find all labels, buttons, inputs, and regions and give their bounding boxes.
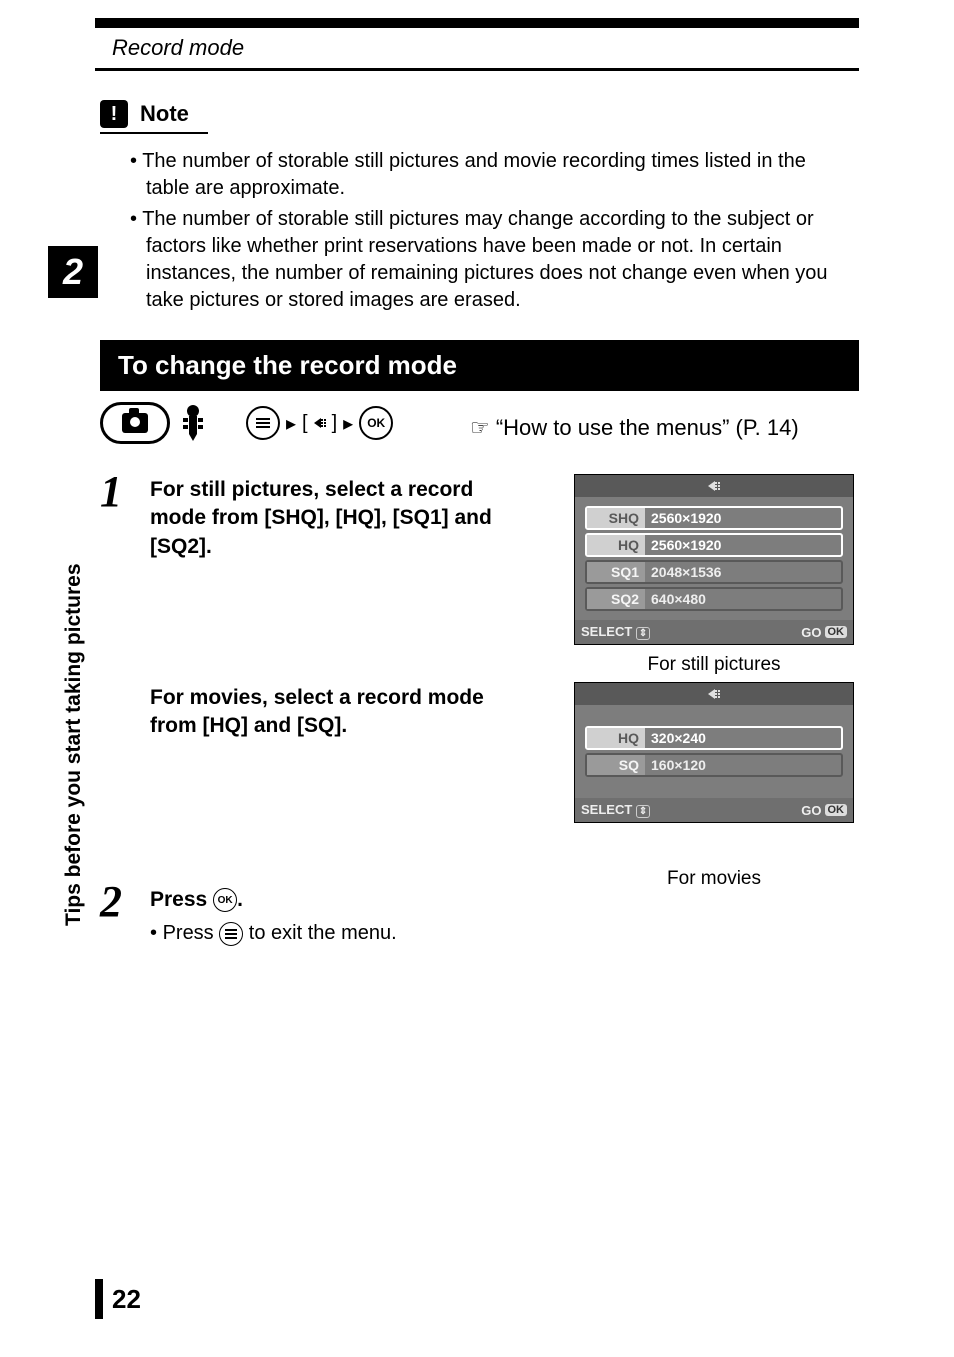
menu-button-icon: [246, 406, 280, 440]
running-header: Record mode: [112, 35, 244, 61]
page-accent: [95, 1279, 103, 1319]
step-number: 1: [100, 470, 130, 561]
section-heading: To change the record mode: [100, 340, 859, 391]
arrow-icon: ▸: [343, 411, 353, 436]
see-also: ☞ “How to use the menus” (P. 14): [470, 415, 799, 441]
side-tab: 2 Tips before you start taking pictures: [48, 246, 98, 846]
page-number: 22: [112, 1284, 141, 1315]
lcd-row[interactable]: SHQ2560×1920: [585, 506, 843, 530]
lcd-movie: HQ320×240 SQ160×120 SELECT ⇕ GOOK: [574, 682, 854, 823]
lcd-header-icon: [575, 475, 853, 497]
lcd-still: SHQ2560×1920 HQ2560×1920 SQ12048×1536 SQ…: [574, 474, 854, 645]
step-2: 2 Press OK. • Press to exit the menu.: [100, 880, 859, 947]
lcd-footer: SELECT ⇕ GOOK: [575, 798, 853, 822]
step-number-spacer: [100, 678, 130, 741]
note-label: Note: [140, 101, 189, 127]
menu-sequence: ▸ [] ▸ OK: [246, 406, 393, 440]
mode-icon-row: ▸ [] ▸ OK: [100, 402, 393, 444]
exclamation-icon: !: [100, 100, 128, 128]
chapter-number: 2: [48, 246, 98, 298]
bracket-close: ]: [332, 412, 338, 435]
note-bullet: The number of storable still pictures ma…: [130, 206, 854, 314]
lcd-row[interactable]: SQ160×120: [585, 753, 843, 777]
note-bullets: The number of storable still pictures an…: [130, 148, 854, 318]
bracket-open: [: [302, 412, 308, 435]
note-heading: ! Note: [100, 100, 189, 128]
chapter-title: Tips before you start taking pictures: [62, 563, 86, 926]
note-bullet: The number of storable still pictures an…: [130, 148, 854, 202]
lcd-row[interactable]: SQ2640×480: [585, 587, 843, 611]
step-text: Press OK. • Press to exit the menu.: [150, 880, 859, 947]
menu-button-icon: [219, 922, 243, 946]
lcd-header-icon: [575, 683, 853, 705]
quality-icon: [314, 418, 326, 428]
arrow-icon: ▸: [286, 411, 296, 436]
camera-mode-icon: [100, 402, 170, 444]
ok-button-icon: OK: [359, 406, 393, 440]
movie-mode-icon: [178, 403, 208, 443]
lcd-body: HQ320×240 SQ160×120: [575, 705, 853, 798]
lcd-row[interactable]: HQ2560×1920: [585, 533, 843, 557]
lcd-row[interactable]: HQ320×240: [585, 726, 843, 750]
lcd-caption: For still pictures: [574, 654, 854, 676]
ok-button-icon: OK: [213, 888, 237, 912]
lcd-row[interactable]: SQ12048×1536: [585, 560, 843, 584]
substep: • Press to exit the menu.: [150, 920, 859, 947]
lcd-footer: SELECT ⇕ GOOK: [575, 620, 853, 644]
step-text: For still pictures, select a record mode…: [150, 470, 510, 561]
lcd-body: SHQ2560×1920 HQ2560×1920 SQ12048×1536 SQ…: [575, 497, 853, 620]
step-text: For movies, select a record mode from [H…: [150, 678, 510, 741]
note-underline: [100, 132, 208, 134]
header-divider: [95, 18, 859, 28]
header-rule: [95, 68, 859, 71]
step-number: 2: [100, 880, 130, 947]
